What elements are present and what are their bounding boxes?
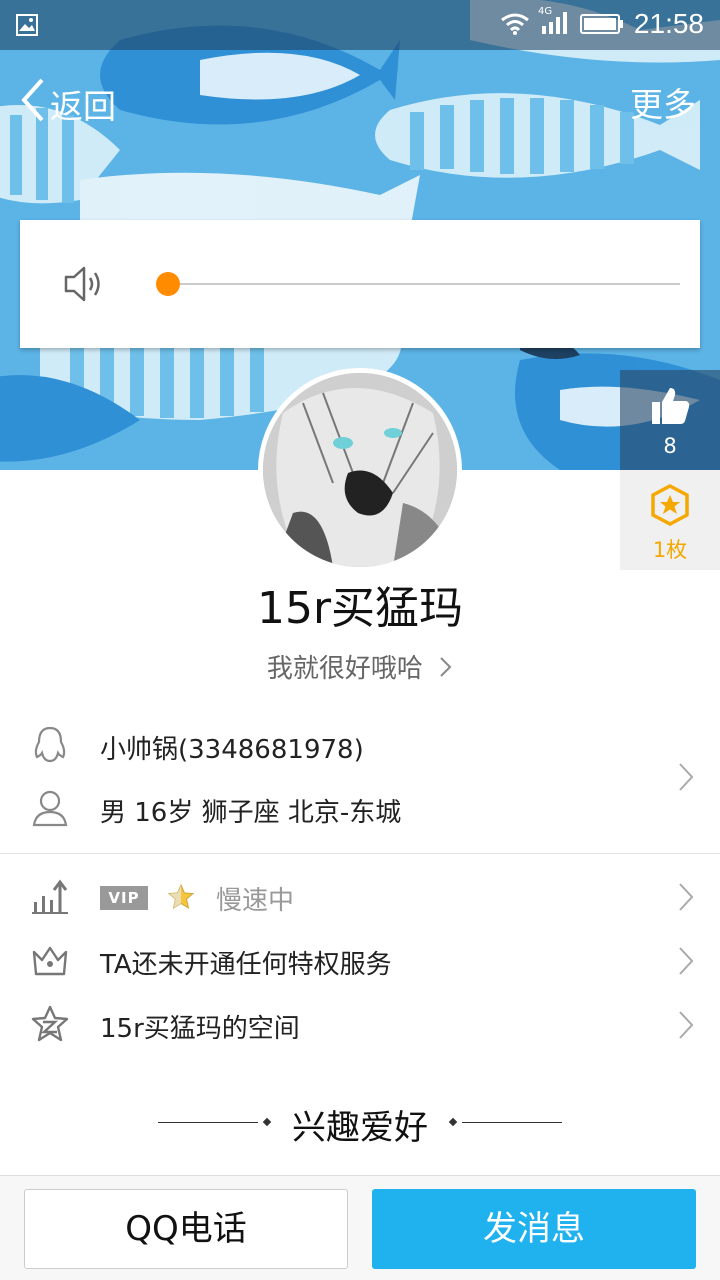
qzone-icon xyxy=(30,1004,70,1048)
qq-penguin-icon xyxy=(30,725,70,769)
person-icon xyxy=(30,788,70,832)
chevron-right-icon xyxy=(678,762,694,796)
remark-and-qq: 小帅锅(3348681978) xyxy=(100,734,364,765)
chevron-right-icon xyxy=(678,946,694,980)
audio-progress-thumb[interactable] xyxy=(156,272,180,296)
star-icon xyxy=(166,882,196,916)
speaker-icon[interactable] xyxy=(64,264,106,308)
chevron-right-icon xyxy=(678,1010,694,1044)
battery-icon xyxy=(580,13,624,39)
more-button[interactable]: 更多 xyxy=(630,78,696,126)
send-message-button[interactable]: 发消息 xyxy=(372,1189,696,1269)
signal-icon: 4G xyxy=(538,6,572,40)
status-bar: 4G 21:58 xyxy=(0,0,720,50)
back-label: 返回 xyxy=(50,87,116,126)
privilege-row[interactable]: TA还未开通任何特权服务 xyxy=(0,940,720,984)
chevron-right-icon xyxy=(439,655,453,685)
avatar[interactable] xyxy=(258,368,462,572)
voice-intro-player xyxy=(20,220,700,348)
qq-call-button[interactable]: QQ电话 xyxy=(24,1189,348,1269)
divider xyxy=(0,853,720,854)
nav-bar: 返回 更多 xyxy=(0,50,720,150)
like-count: 8 xyxy=(663,434,677,458)
qzone-row[interactable]: 15r买猛玛的空间 xyxy=(0,1004,720,1048)
gallery-icon xyxy=(16,14,38,40)
network-type-label: 4G xyxy=(538,6,553,17)
signature-text: 我就很好哦哈 xyxy=(266,654,423,684)
personal-details: 男 16岁 狮子座 北京-东城 xyxy=(100,797,402,828)
nickname: 15r买猛玛 xyxy=(256,583,464,634)
chevron-right-icon xyxy=(678,882,694,916)
medal-button[interactable]: 1枚 xyxy=(620,470,720,570)
wifi-icon xyxy=(500,12,530,40)
interests-heading: 兴趣爱好 xyxy=(292,1108,428,1148)
audio-progress-track[interactable] xyxy=(180,283,680,285)
chart-icon xyxy=(30,876,70,920)
divider xyxy=(462,1122,562,1123)
vip-status: 慢速中 xyxy=(216,886,295,916)
status-time: 21:58 xyxy=(633,8,704,39)
like-button[interactable]: 8 xyxy=(620,370,720,470)
back-icon xyxy=(20,78,46,130)
details-row: 男 16岁 狮子座 北京-东城 xyxy=(0,788,720,832)
back-button[interactable]: 返回 xyxy=(20,78,116,130)
medal-count: 1枚 xyxy=(652,538,688,562)
crown-icon xyxy=(30,940,70,984)
qzone-text: 15r买猛玛的空间 xyxy=(100,1013,300,1044)
bottom-action-bar: QQ电话 发消息 xyxy=(0,1175,720,1280)
vip-badge: VIP xyxy=(100,886,148,910)
signature[interactable]: 我就很好哦哈 xyxy=(0,648,720,685)
privilege-text: TA还未开通任何特权服务 xyxy=(100,949,392,980)
qq-row: 小帅锅(3348681978) xyxy=(0,725,720,769)
